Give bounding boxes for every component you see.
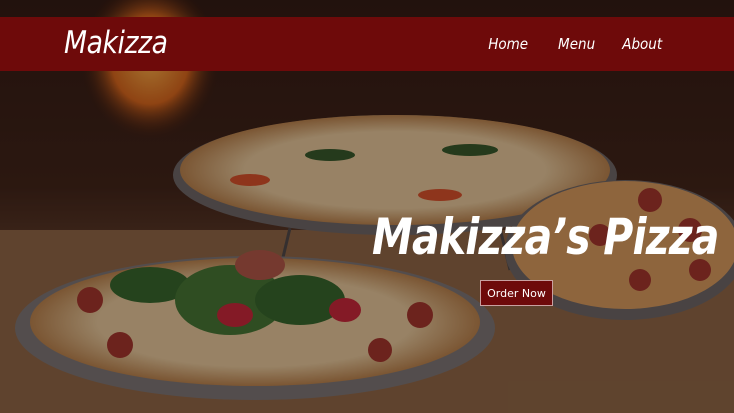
nav-link-about[interactable]: About bbox=[622, 35, 662, 53]
order-now-button[interactable]: Order Now bbox=[480, 280, 553, 306]
nav-link-menu[interactable]: Menu bbox=[559, 35, 596, 53]
nav-links: Home Menu About bbox=[486, 35, 664, 53]
hero-title: Makizza’s Pizza bbox=[372, 208, 719, 266]
brand-logo[interactable]: Makizza bbox=[64, 25, 168, 61]
navbar: Makizza Home Menu About bbox=[0, 17, 734, 71]
nav-link-home[interactable]: Home bbox=[488, 35, 528, 53]
